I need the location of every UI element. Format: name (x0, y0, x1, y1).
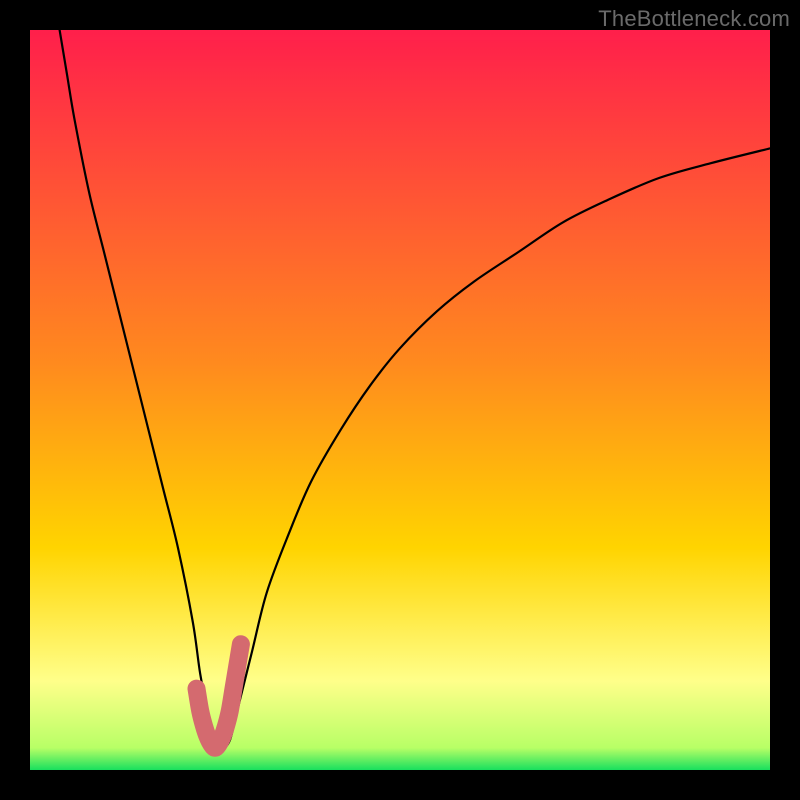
chart-frame: TheBottleneck.com (0, 0, 800, 800)
plot-area (30, 30, 770, 770)
plot-svg (30, 30, 770, 770)
watermark-text: TheBottleneck.com (598, 6, 790, 32)
